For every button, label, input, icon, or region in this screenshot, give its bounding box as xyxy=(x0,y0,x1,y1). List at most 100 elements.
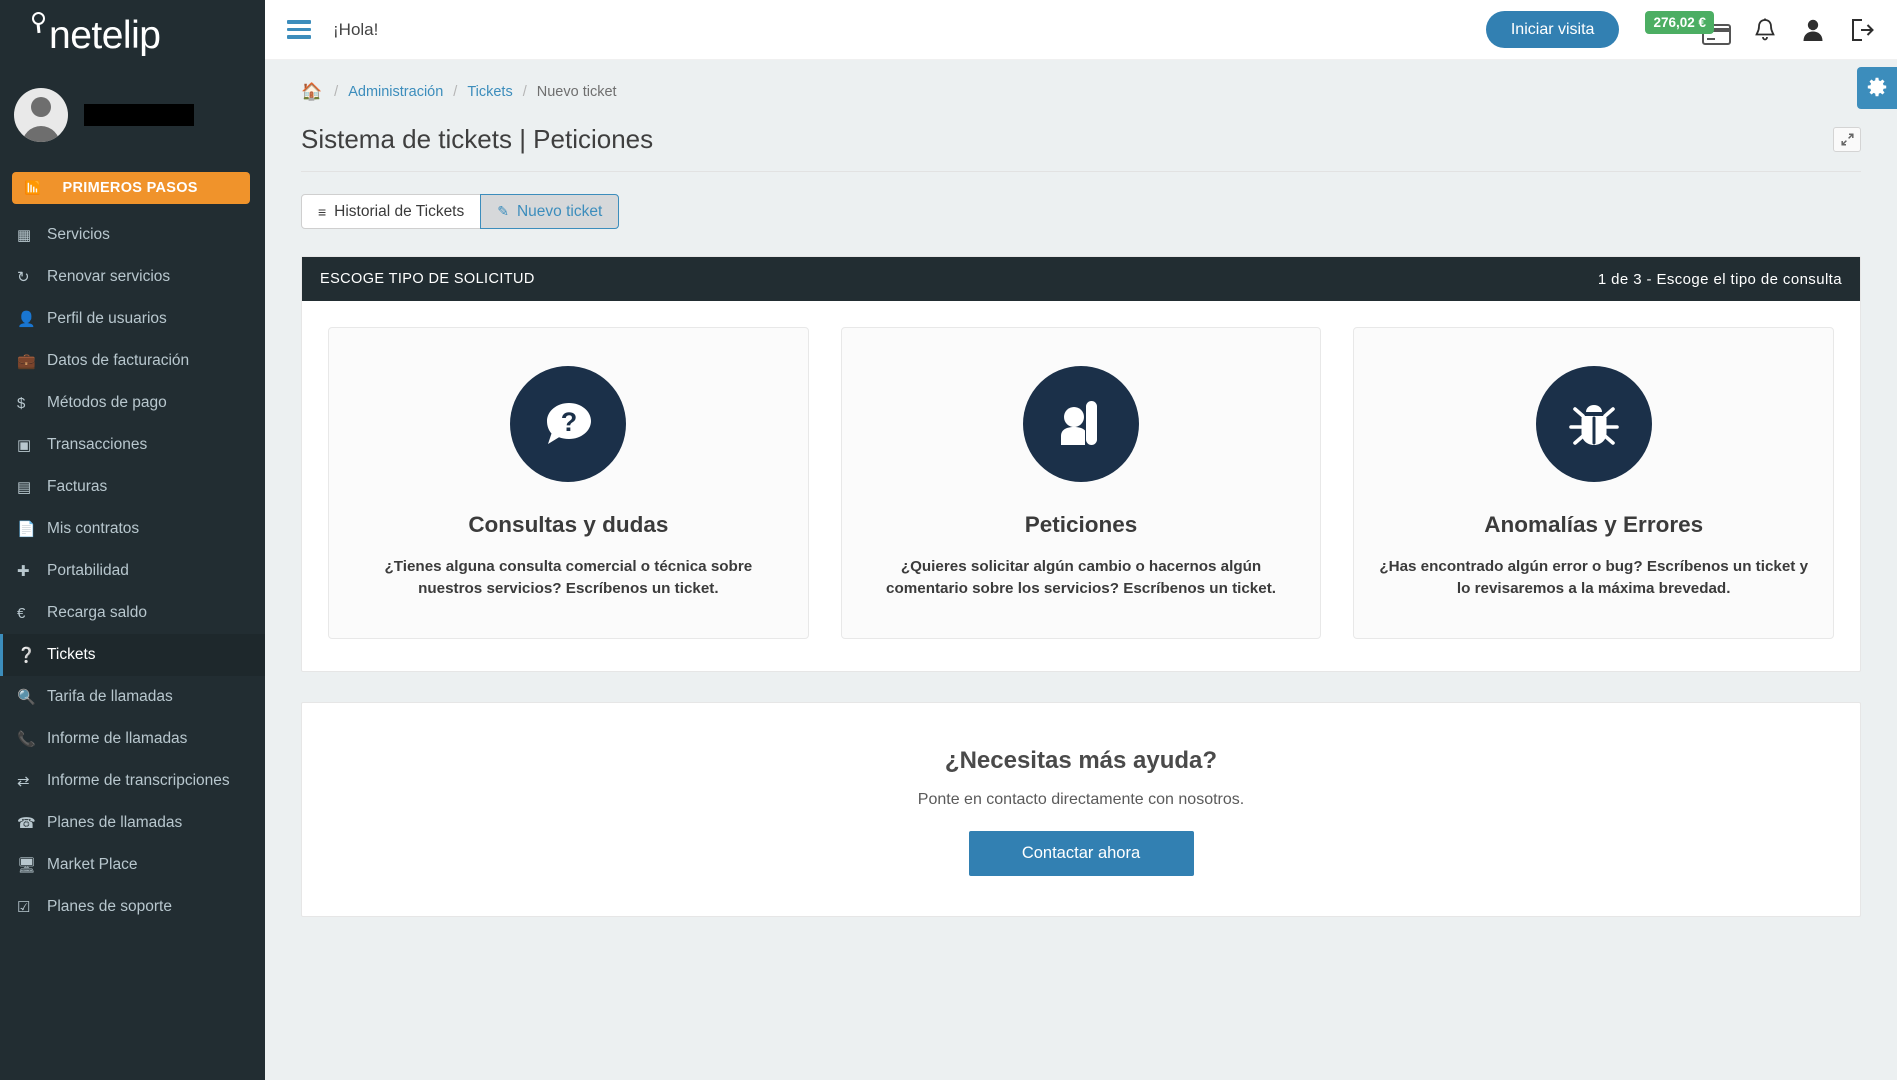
sidebar-item-facturas[interactable]: ▤ Facturas xyxy=(0,466,265,508)
location-pin-icon xyxy=(30,12,48,38)
tab-bar: ≡ Historial de Tickets ✎ Nuevo ticket xyxy=(265,172,1897,229)
tab-label: Nuevo ticket xyxy=(516,202,603,220)
contactar-ahora-button[interactable]: Contactar ahora xyxy=(968,831,1194,876)
sidebar-item-datos-de-facturacion[interactable]: 💼 Datos de facturación xyxy=(0,340,265,382)
sidebar-menu: ▦ Servicios ↻ Renovar servicios 👤 Perfil… xyxy=(0,214,265,928)
card-title: Anomalías y Errores xyxy=(1484,512,1704,537)
invoice-icon: ▤ xyxy=(17,479,32,496)
breadcrumb-separator: / xyxy=(334,84,339,100)
page-title: Sistema de tickets | Peticiones xyxy=(301,124,654,154)
sidebar-item-label: Facturas xyxy=(47,478,108,495)
sidebar-item-label: Renovar servicios xyxy=(47,268,171,285)
breadcrumb-item-administracion[interactable]: Administración xyxy=(348,84,443,100)
sidebar-item-recarga-saldo[interactable]: € Recarga saldo xyxy=(0,592,265,634)
card-description: ¿Quieres solicitar algún cambio o hacern… xyxy=(886,558,1276,597)
svg-text:?: ? xyxy=(561,407,578,437)
sidebar-item-label: Market Place xyxy=(47,856,138,873)
escoge-tipo-solicitud-panel: ESCOGE TIPO DE SOLICITUD 1 de 3 - Escoge… xyxy=(301,256,1861,672)
app-root: netelip 📶 PRIMEROS PASOS ▦ Servicios ↻ R… xyxy=(0,0,1897,1080)
sidebar-item-label: Planes de soporte xyxy=(47,898,172,915)
sidebar-item-tickets[interactable]: ❔ Tickets xyxy=(0,634,265,676)
bug-icon xyxy=(1535,366,1652,482)
search-icon: 🔍 xyxy=(17,689,36,706)
bell-icon[interactable] xyxy=(1753,17,1777,43)
sidebar-item-label: Transacciones xyxy=(47,436,148,453)
sidebar-item-label: Recarga saldo xyxy=(47,604,147,621)
iniciar-visita-button[interactable]: Iniciar visita xyxy=(1485,11,1620,48)
sidebar-item-servicios[interactable]: ▦ Servicios xyxy=(0,214,265,256)
panel-body: ? Consultas y dudas ¿Tienes alguna consu… xyxy=(302,301,1860,671)
sidebar-user-block[interactable] xyxy=(0,72,265,158)
telephone-icon: ☎ xyxy=(17,815,36,832)
gear-icon[interactable] xyxy=(1857,67,1897,109)
page-content: 🏠 / Administración / Tickets / Nuevo tic… xyxy=(265,60,1897,1080)
sidebar-item-transacciones[interactable]: ▣ Transacciones xyxy=(0,424,265,466)
card-title: Peticiones xyxy=(1024,512,1138,537)
rss-icon: 📶 xyxy=(24,180,41,195)
card-description: ¿Tienes alguna consulta comercial o técn… xyxy=(384,558,753,597)
brand-logo[interactable]: netelip xyxy=(0,0,265,72)
sidebar-item-planes-de-soporte[interactable]: ☑ Planes de soporte xyxy=(0,886,265,928)
help-subtitle: Ponte en contacto directamente con nosot… xyxy=(917,791,1245,808)
logout-icon[interactable] xyxy=(1849,17,1875,43)
primeros-pasos-button[interactable]: 📶 PRIMEROS PASOS xyxy=(12,172,250,204)
question-circle-icon: ❔ xyxy=(17,647,36,664)
hamburger-icon[interactable] xyxy=(287,20,311,39)
sidebar-item-label: Perfil de usuarios xyxy=(47,310,167,327)
pencil-icon: ✎ xyxy=(497,203,509,219)
tab-label: Historial de Tickets xyxy=(334,202,465,220)
sidebar-item-market-place[interactable]: 🖥 Market Place xyxy=(0,844,265,886)
exchange-icon: ⇄ xyxy=(17,773,30,790)
request-card-peticiones[interactable]: Peticiones ¿Quieres solicitar algún camb… xyxy=(840,327,1322,639)
brand-name: netelip xyxy=(49,14,161,57)
sidebar-item-informe-de-llamadas[interactable]: 📞 Informe de llamadas xyxy=(0,718,265,760)
sidebar-item-label: Tarifa de llamadas xyxy=(47,688,173,705)
sidebar-item-label: Informe de transcripciones xyxy=(47,772,230,789)
sidebar-item-renovar-servicios[interactable]: ↻ Renovar servicios xyxy=(0,256,265,298)
request-card-anomalias-y-errores[interactable]: Anomalías y Errores ¿Has encontrado algú… xyxy=(1353,327,1835,639)
breadcrumb: 🏠 / Administración / Tickets / Nuevo tic… xyxy=(265,60,1897,102)
tab-historial-de-tickets[interactable]: ≡ Historial de Tickets xyxy=(301,194,482,229)
user-name-redacted xyxy=(84,104,194,126)
user-icon[interactable] xyxy=(1801,17,1825,43)
greeting-text: ¡Hola! xyxy=(333,19,379,39)
sidebar-item-metodos-de-pago[interactable]: $ Métodos de pago xyxy=(0,382,265,424)
sidebar-item-portabilidad[interactable]: ✚ Portabilidad xyxy=(0,550,265,592)
sidebar-item-label: Mis contratos xyxy=(47,520,140,537)
grid-icon: ▦ xyxy=(17,227,32,244)
balance-amount: 276,02 € xyxy=(1645,11,1714,34)
briefcase-icon: 💼 xyxy=(17,353,36,370)
sidebar-item-planes-de-llamadas[interactable]: ☎ Planes de llamadas xyxy=(0,802,265,844)
user-icon: 👤 xyxy=(17,311,36,328)
sidebar-item-label: Informe de llamadas xyxy=(47,730,188,747)
sidebar-item-label: Planes de llamadas xyxy=(47,814,183,831)
card-title: Consultas y dudas xyxy=(468,512,669,537)
balance-widget[interactable]: 276,02 € xyxy=(1645,11,1731,48)
desktop-icon: 🖥 xyxy=(17,857,37,874)
breadcrumb-separator: / xyxy=(522,84,527,100)
panel-header: ESCOGE TIPO DE SOLICITUD 1 de 3 - Escoge… xyxy=(302,257,1860,301)
panel-header-title: ESCOGE TIPO DE SOLICITUD xyxy=(320,271,535,287)
sidebar-item-perfil-de-usuarios[interactable]: 👤 Perfil de usuarios xyxy=(0,298,265,340)
breadcrumb-item-tickets[interactable]: Tickets xyxy=(467,84,512,100)
file-icon: 📄 xyxy=(17,521,36,538)
sidebar: netelip 📶 PRIMEROS PASOS ▦ Servicios ↻ R… xyxy=(0,0,265,1080)
sidebar-item-mis-contratos[interactable]: 📄 Mis contratos xyxy=(0,508,265,550)
avatar xyxy=(14,88,68,142)
main-area: ¡Hola! Iniciar visita 276,02 € 🏠 / Admin… xyxy=(265,0,1897,1080)
sidebar-item-label: Servicios xyxy=(47,226,110,243)
primeros-pasos-label: PRIMEROS PASOS xyxy=(62,180,198,196)
help-title: ¿Necesitas más ayuda? xyxy=(944,747,1218,774)
tab-nuevo-ticket[interactable]: ✎ Nuevo ticket xyxy=(480,194,620,229)
refresh-icon: ↻ xyxy=(17,269,30,286)
request-card-consultas-y-dudas[interactable]: ? Consultas y dudas ¿Tienes alguna consu… xyxy=(328,327,809,639)
home-icon[interactable]: 🏠 xyxy=(301,82,322,102)
panel-step-indicator: 1 de 3 - Escoge el tipo de consulta xyxy=(1597,270,1842,288)
expand-arrows-icon[interactable] xyxy=(1833,127,1861,152)
raised-hand-person-icon xyxy=(1023,366,1139,482)
plus-icon: ✚ xyxy=(17,563,30,580)
list-icon: ≡ xyxy=(318,203,327,220)
sidebar-item-tarifa-de-llamadas[interactable]: 🔍 Tarifa de llamadas xyxy=(0,676,265,718)
card-description: ¿Has encontrado algún error o bug? Escrí… xyxy=(1379,558,1809,597)
sidebar-item-informe-de-transcripciones[interactable]: ⇄ Informe de transcripciones xyxy=(0,760,265,802)
